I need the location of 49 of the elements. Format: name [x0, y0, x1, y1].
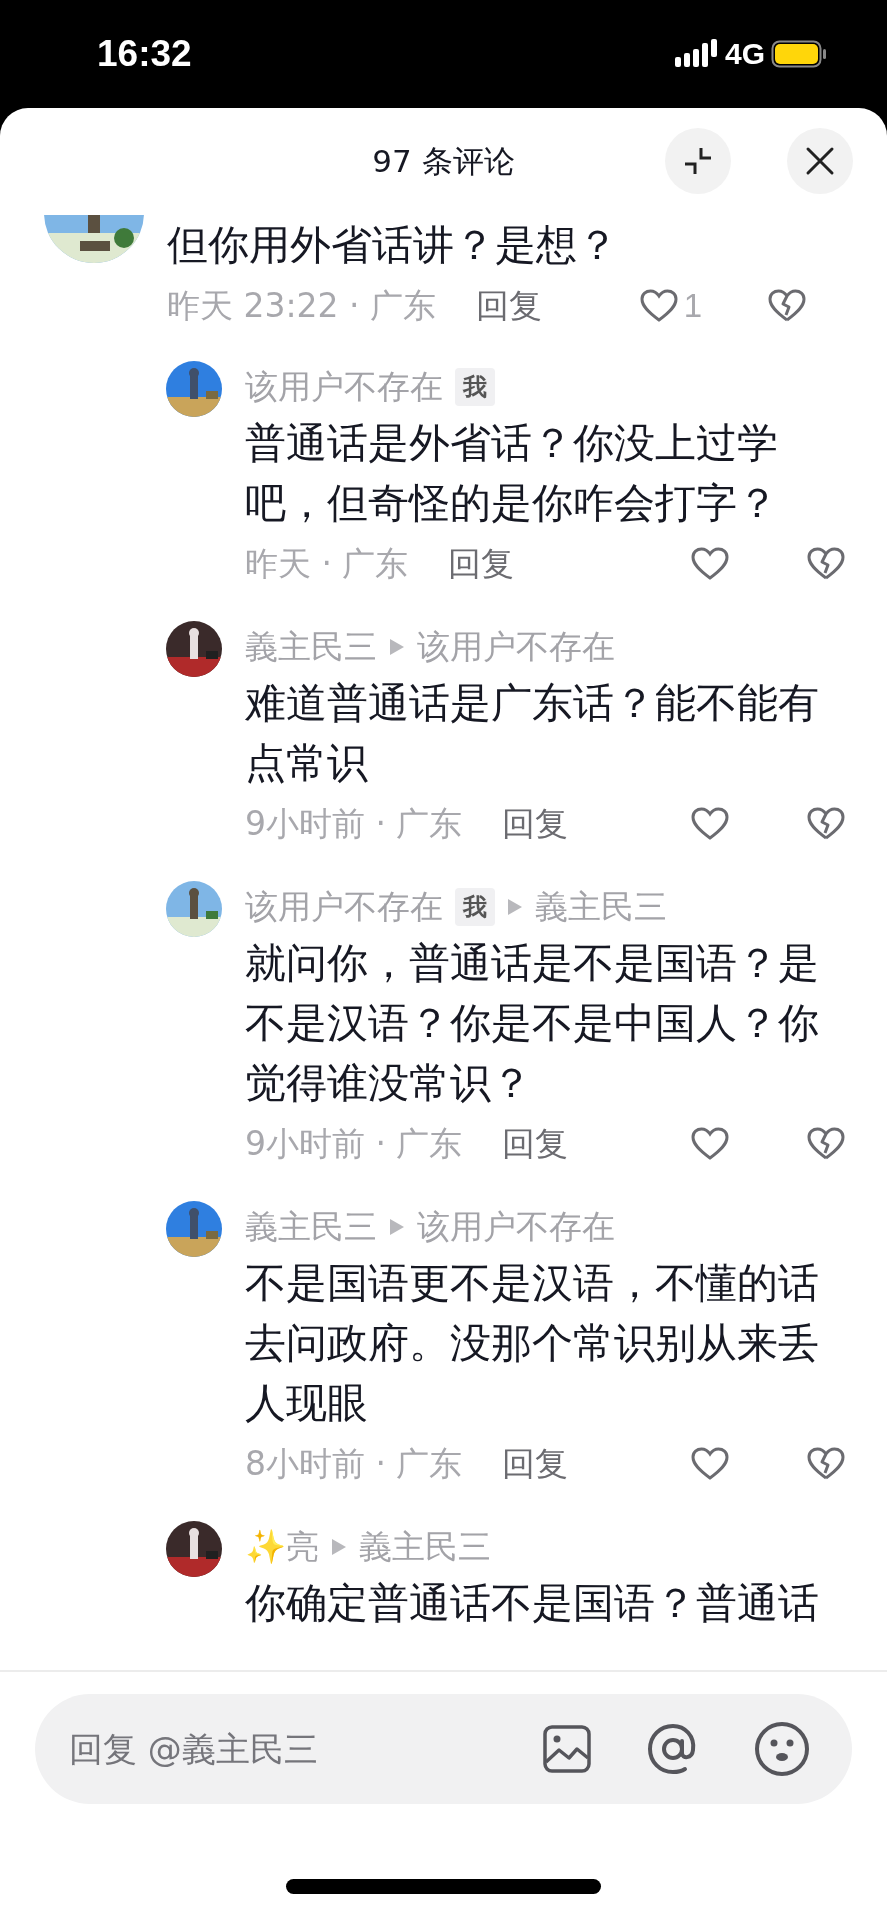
comment-text: 就问你，普通话是不是国语？是不是汉语？你是不是中国人？你觉得谁没常识？: [245, 938, 820, 1109]
status-time: 16:32: [97, 33, 192, 75]
user-name[interactable]: 该用户不存在: [245, 364, 443, 410]
comment-text: 不是国语更不是汉语，不懂的话去问政府。没那个常识别从来丢人现眼: [245, 1258, 820, 1429]
close-icon[interactable]: [805, 146, 835, 176]
heart-icon[interactable]: [691, 1447, 729, 1481]
comments-title: 97 条评论: [372, 141, 515, 181]
reply-arrow-icon: [389, 1217, 405, 1237]
broken-heart-icon[interactable]: [807, 807, 845, 841]
comment-text: 你确定普通话不是国语？普通话: [245, 1578, 820, 1629]
reply-link[interactable]: 回复: [502, 1441, 569, 1487]
broken-heart-icon[interactable]: [768, 289, 806, 323]
broken-heart-icon[interactable]: [807, 547, 845, 581]
comment-meta: 昨天 · 广东: [245, 542, 409, 585]
user-name[interactable]: 義主民三: [245, 1204, 377, 1250]
emoji-icon[interactable]: [754, 1721, 810, 1777]
signal-icon: [674, 39, 719, 69]
heart-icon[interactable]: [691, 807, 729, 841]
battery-icon: [771, 40, 827, 68]
reply-link[interactable]: 回复: [502, 801, 569, 847]
heart-icon[interactable]: [691, 1127, 729, 1161]
user-name[interactable]: ✨亮: [245, 1524, 319, 1570]
author-badge: 我: [455, 368, 495, 406]
user-name[interactable]: 義主民三: [245, 624, 377, 670]
author-badge: 我: [455, 888, 495, 926]
comment-meta: 昨天 23:22 · 广东: [167, 284, 437, 327]
network-label: 4G: [724, 37, 765, 71]
comment-meta: 8小时前 · 广东: [245, 1442, 463, 1485]
reply-link[interactable]: 回复: [476, 283, 543, 329]
comment-text: 但你用外省话讲？是想？: [167, 220, 619, 271]
user-name[interactable]: 義主民三: [535, 884, 667, 930]
reply-link[interactable]: 回复: [502, 1121, 569, 1167]
user-name[interactable]: 義主民三: [359, 1524, 491, 1570]
reply-field[interactable]: 回复 @義主民三: [69, 1729, 488, 1769]
reply-arrow-icon: [507, 897, 523, 917]
heart-icon[interactable]: [691, 547, 729, 581]
broken-heart-icon[interactable]: [807, 1127, 845, 1161]
reply-arrow-icon: [389, 637, 405, 657]
comment-text: 难道普通话是广东话？能不能有点常识: [245, 678, 820, 789]
comment-meta: 9小时前 · 广东: [245, 802, 463, 845]
user-name[interactable]: 该用户不存在: [417, 624, 615, 670]
user-name[interactable]: 该用户不存在: [245, 884, 443, 930]
broken-heart-icon[interactable]: [807, 1447, 845, 1481]
comment-text: 普通话是外省话？你没上过学吧，但奇怪的是你咋会打字？: [245, 418, 779, 529]
comment-meta: 9小时前 · 广东: [245, 1122, 463, 1165]
reply-link[interactable]: 回复: [448, 541, 515, 587]
user-name[interactable]: 该用户不存在: [417, 1204, 615, 1250]
image-icon[interactable]: [542, 1724, 592, 1774]
reply-arrow-icon: [331, 1537, 347, 1557]
